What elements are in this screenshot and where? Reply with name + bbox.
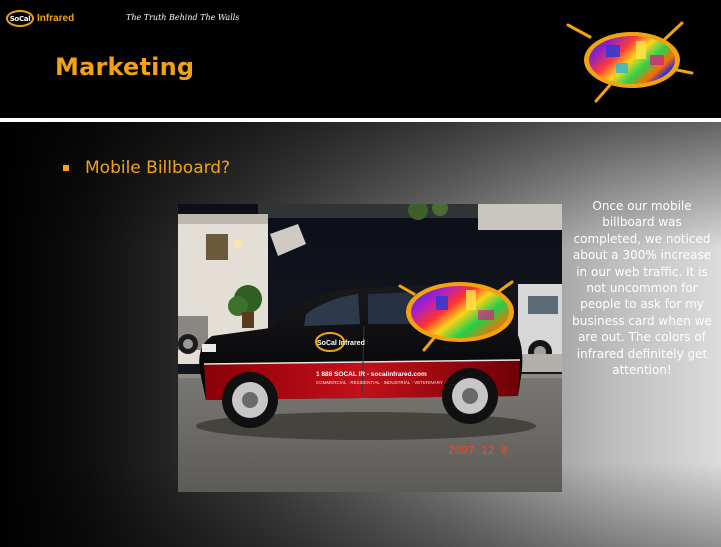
vehicle-services-text: COMMERCIAL · RESIDENTIAL · INDUSTRIAL · …: [316, 380, 443, 385]
vehicle-photo-illustration: SoCal Infrared 1 888 SOCAL IR - socalinf…: [178, 204, 562, 492]
brand-badge-icon: SoCal: [6, 10, 34, 27]
presentation-slide: SoCal Infrared The Truth Behind The Wall…: [0, 0, 721, 547]
photo-date-stamp: 2007 12 8: [448, 444, 508, 457]
bullet-text: Mobile Billboard?: [85, 158, 231, 178]
brand-name: Infrared: [37, 13, 75, 24]
billboard-vehicle-photo: SoCal Infrared 1 888 SOCAL IR - socalinf…: [178, 204, 562, 492]
brand-logo: SoCal Infrared: [6, 10, 74, 27]
thermal-eye-logo-icon: [566, 21, 694, 103]
brand-badge-text: SoCal: [9, 14, 31, 23]
vehicle-phone-text: 1 888 SOCAL IR - socalinfrared.com: [316, 371, 427, 378]
slide-title: Marketing: [55, 53, 195, 81]
slide-header: SoCal Infrared The Truth Behind The Wall…: [0, 0, 721, 116]
bullet-item: Mobile Billboard?: [63, 158, 230, 178]
slide-body: Mobile Billboard? SoCal Infrared 1 888 S…: [0, 122, 721, 547]
billboard-description: Once our mobile billboard was completed,…: [572, 199, 712, 378]
square-bullet-icon: [63, 165, 69, 171]
vehicle-logo-text: SoCal Infrared: [317, 340, 365, 347]
brand-tagline: The Truth Behind The Walls: [126, 13, 240, 22]
